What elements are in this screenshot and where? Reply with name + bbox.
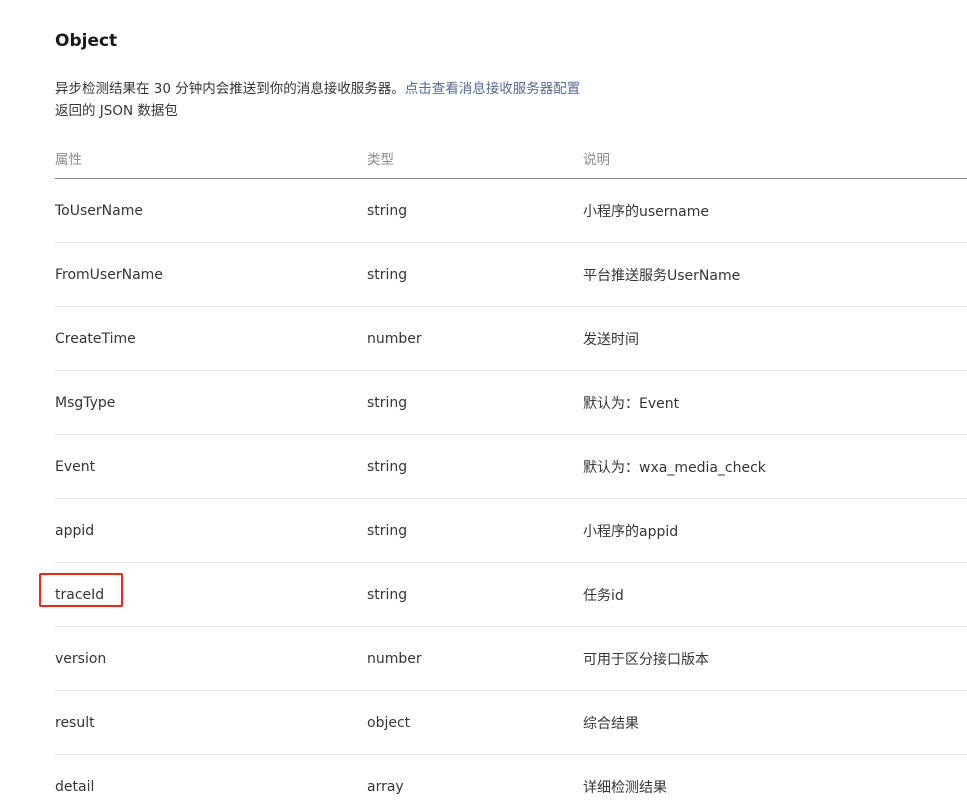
row-description: 默认为：Event — [583, 395, 680, 412]
table-row: appid string 小程序的appid — [55, 499, 967, 563]
row-type: number — [367, 330, 422, 347]
row-type: string — [367, 522, 408, 539]
table-row: result object 综合结果 — [55, 691, 967, 755]
row-description: 小程序的appid — [583, 523, 679, 540]
row-description: 小程序的username — [583, 203, 709, 220]
row-description: 任务id — [583, 587, 624, 604]
row-property: version — [55, 650, 107, 667]
section-description: 异步检测结果在 30 分钟内会推送到你的消息接收服务器。点击查看消息接收服务器配… — [55, 78, 580, 122]
description-json-note: 返回的 JSON 数据包 — [55, 103, 178, 119]
table-row: ToUserName string 小程序的username — [55, 179, 967, 243]
row-type: string — [367, 586, 408, 603]
row-type: string — [367, 202, 408, 219]
table-row: detail array 详细检测结果 — [55, 755, 967, 812]
row-property: FromUserName — [55, 266, 163, 283]
row-description: 默认为：wxa_media_check — [583, 459, 766, 476]
row-property: appid — [55, 522, 95, 539]
row-type: array — [367, 778, 404, 795]
row-type: string — [367, 266, 408, 283]
row-type: string — [367, 394, 408, 411]
table-row: version number 可用于区分接口版本 — [55, 627, 967, 691]
server-config-link[interactable]: 点击查看消息接收服务器配置 — [405, 81, 581, 97]
row-property: detail — [55, 778, 95, 795]
row-type: object — [367, 714, 411, 731]
section-title: Object — [55, 31, 118, 51]
row-property: result — [55, 714, 95, 731]
row-property: traceId — [55, 586, 105, 603]
header-property: 属性 — [55, 152, 82, 168]
table-row: MsgType string 默认为：Event — [55, 371, 967, 435]
property-table: 属性 类型 说明 ToUserName string 小程序的username … — [55, 136, 967, 812]
row-type: number — [367, 650, 422, 667]
table-row: traceId string 任务id — [55, 563, 967, 627]
description-text: 异步检测结果在 30 分钟内会推送到你的消息接收服务器。 — [55, 81, 405, 97]
table-row: Event string 默认为：wxa_media_check — [55, 435, 967, 499]
row-description: 可用于区分接口版本 — [583, 651, 709, 668]
header-description: 说明 — [583, 152, 610, 168]
header-type: 类型 — [367, 152, 394, 168]
row-property: MsgType — [55, 394, 116, 411]
row-property: CreateTime — [55, 330, 136, 347]
row-description: 综合结果 — [583, 715, 639, 732]
row-type: string — [367, 458, 408, 475]
row-description: 详细检测结果 — [583, 779, 667, 796]
row-property: ToUserName — [55, 202, 143, 219]
row-property: Event — [55, 458, 96, 475]
table-row: CreateTime number 发送时间 — [55, 307, 967, 371]
doc-page: Object 异步检测结果在 30 分钟内会推送到你的消息接收服务器。点击查看消… — [0, 0, 967, 812]
row-description: 平台推送服务UserName — [583, 267, 741, 284]
row-description: 发送时间 — [583, 331, 639, 348]
table-row: FromUserName string 平台推送服务UserName — [55, 243, 967, 307]
table-header: 属性 类型 说明 — [55, 136, 967, 179]
